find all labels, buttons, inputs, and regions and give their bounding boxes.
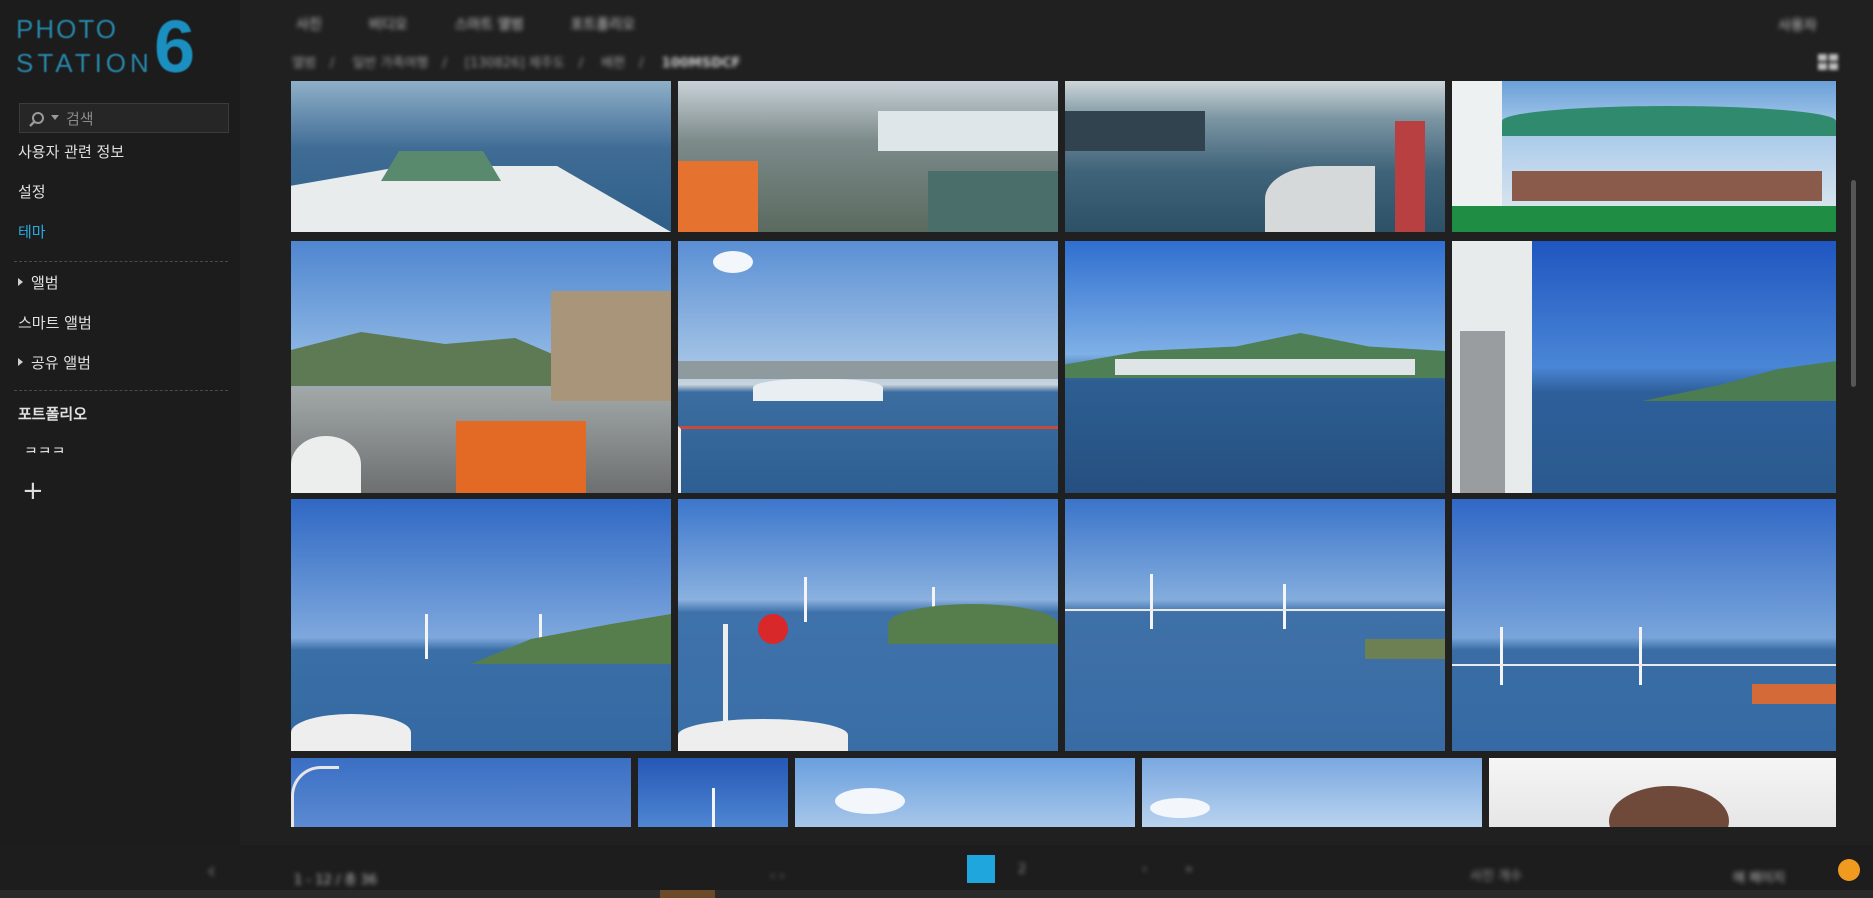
magnifier-icon[interactable] bbox=[28, 111, 46, 129]
breadcrumb: 앨범 / 일반 가족여행 / [130826] 제주도 / 배편/ 100MSDCF bbox=[292, 56, 741, 71]
sidebar-item-user-info[interactable]: 사용자 관련 정보 bbox=[18, 141, 124, 162]
photo-thumbnail[interactable] bbox=[1452, 241, 1836, 493]
sidebar-item-portfolio-entry[interactable]: ㅋㅋㅋ bbox=[24, 441, 65, 453]
search-dropdown-caret-icon[interactable] bbox=[51, 115, 59, 120]
top-navigation: 사진 비디오 스마트 앨범 포트폴리오 bbox=[296, 14, 677, 36]
photo-thumbnail[interactable] bbox=[678, 81, 1058, 232]
sidebar-item-shared-albums[interactable]: 공유 앨범 bbox=[18, 352, 91, 373]
sidebar-item-albums-label: 앨범 bbox=[31, 274, 59, 292]
sidebar-item-theme[interactable]: 테마 bbox=[18, 221, 46, 242]
user-menu[interactable]: 사용자 bbox=[1778, 15, 1817, 35]
logo-line1: PHOTO bbox=[16, 14, 118, 44]
photo-thumbnail[interactable] bbox=[1452, 81, 1836, 232]
sidebar: PHOTO STATION 6 사용자 관련 정보 설정 테마 앨범 스마트 앨… bbox=[0, 0, 240, 898]
photo-thumbnail[interactable] bbox=[291, 81, 671, 232]
breadcrumb-item[interactable]: 배편 bbox=[601, 56, 625, 71]
sidebar-item-settings[interactable]: 설정 bbox=[18, 181, 46, 202]
photo-thumbnail[interactable] bbox=[1452, 499, 1836, 751]
sidebar-item-albums[interactable]: 앨범 bbox=[18, 272, 59, 293]
logo-line2: STATION bbox=[16, 48, 153, 78]
photo-thumbnail[interactable] bbox=[678, 499, 1058, 751]
photo-count-label: 사진 개수 bbox=[1470, 869, 1522, 884]
sidebar-item-portfolio[interactable]: 포트폴리오 bbox=[18, 403, 87, 424]
footer-strip bbox=[0, 890, 1873, 898]
sidebar-divider bbox=[14, 390, 228, 391]
add-icon[interactable]: + bbox=[22, 478, 44, 504]
footer-highlight bbox=[660, 890, 715, 898]
prev-page-icon[interactable]: ‹ ‹ bbox=[770, 869, 785, 884]
grid-view-icon[interactable] bbox=[1818, 54, 1840, 72]
photo-thumbnail[interactable] bbox=[638, 758, 788, 827]
photo-grid bbox=[291, 81, 1836, 827]
topnav-item[interactable]: 스마트 앨범 bbox=[455, 17, 524, 33]
last-page-icon[interactable]: » bbox=[1185, 862, 1193, 877]
sidebar-divider bbox=[14, 261, 228, 262]
topnav-item[interactable]: 사진 bbox=[296, 17, 322, 33]
scrollbar[interactable] bbox=[1851, 180, 1856, 387]
photo-thumbnail[interactable] bbox=[678, 241, 1058, 493]
photo-thumbnail[interactable] bbox=[291, 499, 671, 751]
photo-station-logo[interactable]: PHOTO STATION 6 bbox=[14, 5, 214, 88]
topnav-item[interactable]: 비디오 bbox=[369, 17, 408, 33]
sidebar-item-shared-albums-label: 공유 앨범 bbox=[31, 354, 91, 372]
notification-icon[interactable] bbox=[1838, 859, 1860, 881]
breadcrumb-item[interactable]: [130826] 제주도 bbox=[465, 56, 565, 71]
collapse-sidebar-icon[interactable]: ‹ bbox=[207, 859, 216, 884]
search-input[interactable] bbox=[64, 108, 224, 130]
photo-thumbnail[interactable] bbox=[1065, 241, 1445, 493]
next-page-icon[interactable]: › bbox=[1142, 862, 1147, 877]
pagination-summary: 1 - 12 / 총 36 bbox=[294, 873, 378, 888]
sidebar-item-smart-albums[interactable]: 스마트 앨범 bbox=[18, 312, 92, 333]
photo-thumbnail[interactable] bbox=[1489, 758, 1836, 827]
breadcrumb-item[interactable]: 일반 가족여행 bbox=[352, 56, 428, 71]
photo-thumbnail[interactable] bbox=[1142, 758, 1482, 827]
photo-thumbnail[interactable] bbox=[291, 241, 671, 493]
page-button[interactable]: 2 bbox=[1018, 862, 1026, 877]
expand-arrow-icon[interactable] bbox=[18, 358, 23, 366]
current-page-button[interactable] bbox=[967, 855, 995, 883]
photo-thumbnail[interactable] bbox=[1065, 81, 1445, 232]
photo-thumbnail[interactable] bbox=[291, 758, 631, 827]
search-box[interactable] bbox=[19, 103, 229, 133]
expand-arrow-icon[interactable] bbox=[18, 278, 23, 286]
topnav-item[interactable]: 포트폴리오 bbox=[571, 17, 635, 33]
breadcrumb-item[interactable]: 앨범 bbox=[292, 56, 316, 71]
per-page-label[interactable]: 매 페이지 bbox=[1733, 867, 1785, 886]
photo-thumbnail[interactable] bbox=[795, 758, 1135, 827]
photo-thumbnail[interactable] bbox=[1065, 499, 1445, 751]
logo-number: 6 bbox=[154, 5, 196, 88]
breadcrumb-current: 100MSDCF bbox=[661, 56, 741, 71]
